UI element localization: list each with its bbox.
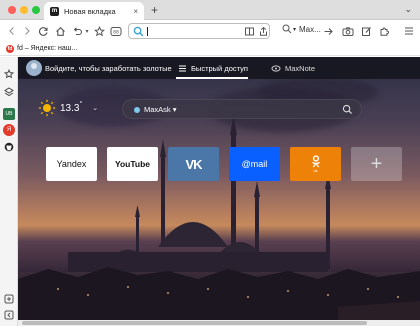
- extensions-box-icon[interactable]: 88: [109, 24, 123, 38]
- search-engine-selector[interactable]: ▾ Max...: [282, 24, 321, 34]
- login-prompt-link[interactable]: Войдите, чтобы заработать золотые: [45, 64, 172, 73]
- close-window-button[interactable]: [8, 6, 16, 14]
- minimize-window-button[interactable]: [20, 6, 28, 14]
- toolbar: ▾ 88 ▾ Max...: [0, 20, 420, 42]
- search-icon: [133, 26, 144, 39]
- scrollbar-thumb[interactable]: [22, 321, 367, 325]
- yandex-favicon-icon: fd: [6, 44, 14, 53]
- search-icon[interactable]: [342, 104, 353, 117]
- speed-dial-yandex[interactable]: Yandex: [46, 147, 97, 181]
- horizontal-scrollbar[interactable]: [18, 320, 420, 326]
- grid-icon: [179, 65, 186, 72]
- favorites-star-icon[interactable]: [3, 68, 15, 80]
- tab-speed-dial[interactable]: Быстрый доступ: [178, 64, 248, 73]
- bookmarks-bar: fd fd – Яндекс: наш...: [0, 42, 420, 56]
- forward-icon[interactable]: [20, 24, 34, 38]
- edit-note-icon[interactable]: [359, 24, 373, 38]
- weather-chevron-icon[interactable]: ⌄: [92, 104, 98, 112]
- tab-close-icon[interactable]: ×: [133, 7, 138, 16]
- newtab-header: Войдите, чтобы заработать золотые Быстры…: [18, 57, 420, 79]
- sun-icon: [38, 99, 56, 117]
- speed-dial-youtube[interactable]: YouTube: [107, 147, 158, 181]
- tab-maxnote[interactable]: MaxNote: [271, 64, 315, 73]
- vk-logo-icon: VK: [185, 156, 202, 172]
- speed-dial: Yandex YouTube VK @mail ok +: [46, 147, 402, 181]
- bookmark-label: fd – Яндекс: наш...: [17, 45, 78, 52]
- tab-title: Новая вкладка: [64, 6, 116, 16]
- maxask-logo-icon: [134, 107, 140, 113]
- go-arrow-icon[interactable]: [321, 24, 335, 38]
- speed-dial-vk[interactable]: VK: [168, 147, 219, 181]
- collapse-panel-icon[interactable]: [3, 309, 15, 321]
- search-engine-label: Max...: [299, 24, 321, 34]
- magnifier-icon: [282, 24, 292, 34]
- back-icon[interactable]: [5, 24, 19, 38]
- layers-icon[interactable]: [3, 86, 15, 98]
- main-menu-icon[interactable]: [402, 24, 416, 38]
- search-engine-dropdown[interactable]: MaxAsk ▾: [144, 105, 177, 114]
- tab-bar: m Новая вкладка × + ⌄: [0, 0, 420, 20]
- mosque-silhouette: [18, 115, 420, 320]
- add-speed-dial-button[interactable]: +: [351, 147, 402, 181]
- note-icon: [271, 65, 281, 72]
- temperature: 13.3: [60, 102, 80, 114]
- ok-logo-icon: [311, 155, 320, 168]
- bookmark-star-icon[interactable]: [92, 24, 106, 38]
- zoom-window-button[interactable]: [32, 6, 40, 14]
- screenshot-camera-icon[interactable]: [341, 24, 355, 38]
- app-shortcut-icon[interactable]: UB: [3, 108, 15, 120]
- puzzle-extensions-icon[interactable]: [377, 24, 391, 38]
- svg-text:88: 88: [113, 29, 119, 35]
- avatar[interactable]: [26, 60, 42, 76]
- speed-dial-ok[interactable]: ok: [290, 147, 341, 181]
- share-icon[interactable]: [256, 24, 270, 38]
- github-icon[interactable]: [3, 141, 15, 153]
- youtube-logo-icon: YouTube: [114, 159, 151, 169]
- new-tab-button[interactable]: +: [151, 3, 158, 17]
- add-panel-icon[interactable]: [3, 293, 15, 305]
- bookmark-item[interactable]: fd fd – Яндекс: наш...: [6, 44, 78, 53]
- new-tab-page: Войдите, чтобы заработать золотые Быстры…: [18, 57, 420, 320]
- reload-icon[interactable]: [36, 24, 50, 38]
- weather-widget[interactable]: 13.3 ° ⌄: [38, 99, 98, 117]
- page-info-icon[interactable]: [242, 24, 256, 38]
- tab-new-tab[interactable]: m Новая вкладка ×: [44, 2, 144, 20]
- maxthon-icon: m: [50, 6, 59, 16]
- side-panel: UB Я: [0, 57, 18, 326]
- yandex-shortcut-icon[interactable]: Я: [3, 124, 15, 136]
- temperature-unit: °: [79, 101, 83, 108]
- active-tab-indicator: [176, 77, 248, 79]
- speed-dial-mail[interactable]: @mail: [229, 147, 280, 181]
- home-icon[interactable]: [53, 24, 67, 38]
- search-engine-chevron-icon: ▾: [293, 26, 297, 33]
- tab-list-chevron-icon[interactable]: ⌄: [404, 4, 412, 15]
- newtab-search-box[interactable]: MaxAsk ▾: [122, 99, 362, 119]
- text-cursor: [147, 27, 148, 36]
